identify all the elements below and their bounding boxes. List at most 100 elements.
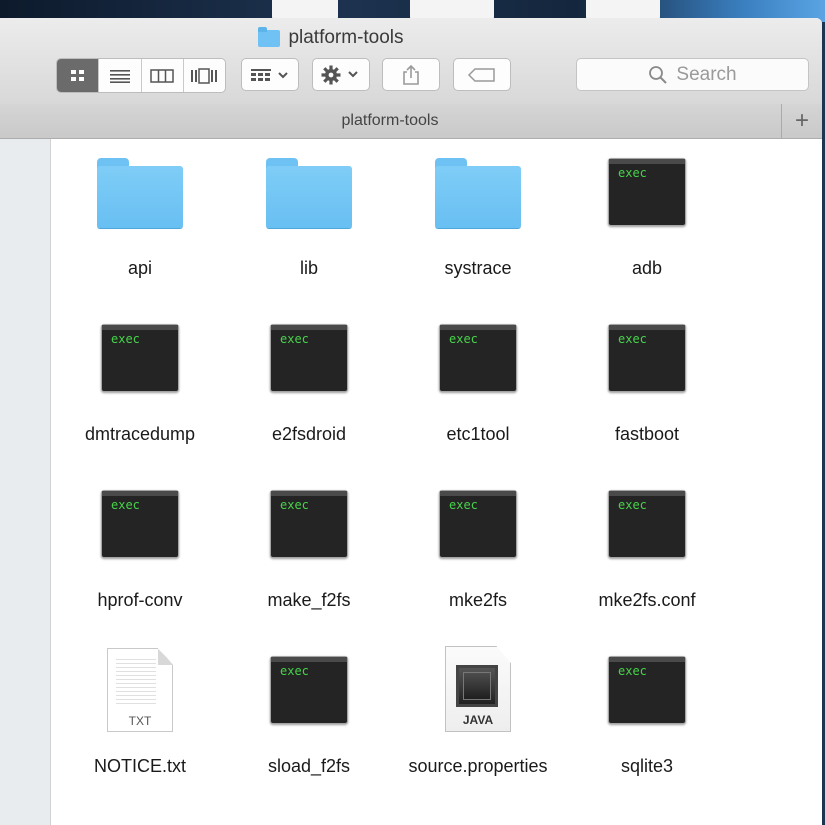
terminal-exec-icon: exec [608, 656, 686, 724]
file-item[interactable]: systrace [393, 148, 563, 288]
window-title: platform-tools [0, 26, 822, 50]
file-icon-container: TXT [90, 646, 190, 732]
file-item[interactable]: exec make_f2fs [224, 480, 394, 620]
file-icon-container: exec [90, 314, 190, 400]
arrange-icon [251, 68, 288, 81]
terminal-exec-icon: exec [608, 158, 686, 226]
file-item[interactable]: exec fastboot [562, 314, 732, 454]
file-item[interactable]: exec mke2fs.conf [562, 480, 732, 620]
terminal-exec-icon: exec [608, 490, 686, 558]
file-name: make_f2fs [267, 590, 351, 610]
tags-button[interactable] [453, 58, 511, 91]
view-mode-segmented-control [56, 58, 226, 93]
terminal-exec-icon: exec [439, 490, 517, 558]
terminal-exec-icon: exec [270, 490, 348, 558]
file-name: hprof-conv [97, 590, 183, 610]
column-view-icon [150, 68, 174, 83]
folder-icon [97, 158, 183, 230]
file-grid: api lib systrace exec adb exec dmtracedump exec… [55, 148, 815, 825]
file-name: fastboot [614, 424, 680, 444]
exec-badge: exec [618, 332, 647, 346]
coverflow-view-button[interactable] [184, 59, 225, 92]
tab-bar: platform-tools + [0, 104, 822, 139]
file-name: etc1tool [446, 424, 510, 444]
file-icon-container: exec [428, 314, 528, 400]
file-item[interactable]: exec sqlite3 [562, 646, 732, 786]
action-button[interactable] [312, 58, 370, 91]
file-name: sload_f2fs [267, 756, 351, 776]
file-name: mke2fs.conf [598, 590, 696, 610]
finder-window: platform-tools Search platform-tools + a… [0, 18, 822, 825]
file-item[interactable]: exec etc1tool [393, 314, 563, 454]
toolbar: platform-tools Search [0, 18, 822, 105]
file-icon-container: exec [597, 646, 697, 732]
column-view-button[interactable] [142, 59, 184, 92]
file-item[interactable]: exec dmtracedump [55, 314, 225, 454]
file-icon-container: exec [597, 480, 697, 566]
file-name: NOTICE.txt [93, 756, 186, 776]
arrange-button[interactable] [241, 58, 299, 91]
tab-platform-tools[interactable]: platform-tools [0, 104, 780, 138]
desktop-thumbnail [586, 0, 660, 20]
file-name: systrace [444, 258, 512, 278]
file-icon-container [259, 148, 359, 234]
file-item[interactable]: exec e2fsdroid [224, 314, 394, 454]
file-item[interactable]: exec adb [562, 148, 732, 288]
tag-icon [467, 67, 495, 82]
sidebar [0, 139, 51, 825]
file-icon-container: exec [259, 646, 359, 732]
file-name: api [127, 258, 153, 278]
gear-icon [321, 65, 358, 84]
folder-icon [258, 26, 281, 47]
icon-view-icon [70, 69, 84, 81]
new-tab-button[interactable]: + [781, 104, 822, 138]
file-item[interactable]: TXT NOTICE.txt [55, 646, 225, 786]
java-document-icon: JAVA [445, 646, 511, 732]
terminal-exec-icon: exec [439, 324, 517, 392]
file-icon-container [90, 148, 190, 234]
file-item[interactable]: exec sload_f2fs [224, 646, 394, 786]
file-name: lib [299, 258, 318, 278]
file-extension-label: JAVA [462, 713, 494, 727]
exec-badge: exec [111, 498, 140, 512]
share-button[interactable] [382, 58, 440, 91]
terminal-exec-icon: exec [101, 324, 179, 392]
window-title-text: platform-tools [288, 27, 404, 48]
desktop-thumbnail [410, 0, 494, 20]
exec-badge: exec [280, 664, 309, 678]
exec-badge: exec [280, 332, 309, 346]
list-view-button[interactable] [99, 59, 142, 92]
file-icon-container: exec [428, 480, 528, 566]
share-icon [403, 64, 419, 85]
file-name: e2fsdroid [271, 424, 347, 444]
file-extension-label: TXT [128, 714, 152, 728]
exec-badge: exec [280, 498, 309, 512]
icon-view-button[interactable] [57, 59, 100, 92]
file-icon-container: exec [259, 314, 359, 400]
file-name: source.properties [408, 756, 548, 776]
file-name: sqlite3 [620, 756, 674, 776]
file-icon-container: exec [597, 314, 697, 400]
file-item[interactable]: api [55, 148, 225, 288]
file-item[interactable]: lib [224, 148, 394, 288]
exec-badge: exec [618, 664, 647, 678]
file-icon-container: exec [90, 480, 190, 566]
file-icon-container: exec [597, 148, 697, 234]
folder-icon [266, 158, 352, 230]
file-item[interactable]: exec mke2fs [393, 480, 563, 620]
file-item[interactable]: exec hprof-conv [55, 480, 225, 620]
exec-badge: exec [449, 498, 478, 512]
file-icon-container: JAVA [428, 646, 528, 732]
file-icon-container [428, 148, 528, 234]
terminal-exec-icon: exec [270, 656, 348, 724]
text-document-icon: TXT [107, 648, 173, 732]
list-view-icon [109, 69, 130, 83]
exec-badge: exec [449, 332, 478, 346]
file-item[interactable]: JAVA source.properties [393, 646, 563, 786]
terminal-exec-icon: exec [101, 490, 179, 558]
file-name: dmtracedump [84, 424, 196, 444]
search-field[interactable]: Search [576, 58, 809, 91]
exec-badge: exec [618, 166, 647, 180]
coverflow-view-icon [191, 67, 218, 84]
file-name: mke2fs [448, 590, 508, 610]
